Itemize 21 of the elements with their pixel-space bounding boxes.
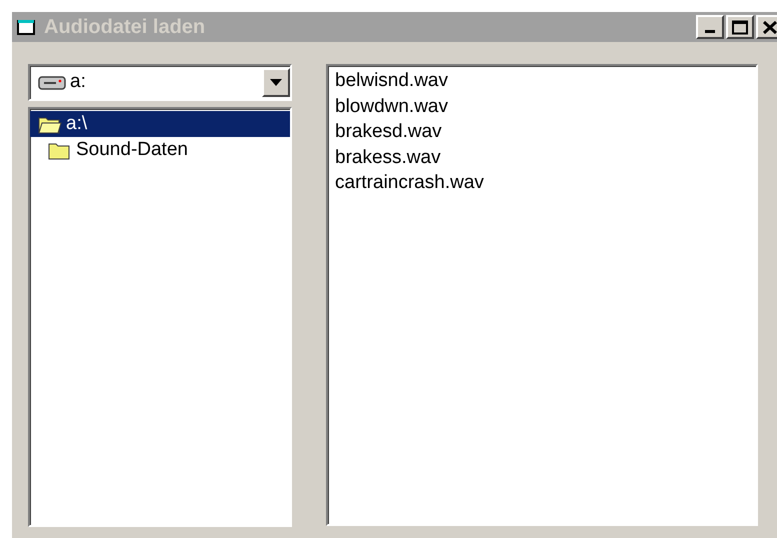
caret-icon: [270, 79, 282, 86]
close-icon: [763, 20, 777, 34]
minimize-button[interactable]: [696, 15, 724, 39]
minimize-icon: [705, 30, 715, 33]
maximize-button[interactable]: [726, 15, 754, 39]
folder-label: Sound-Daten: [76, 138, 188, 162]
drive-icon: [38, 74, 66, 90]
folder-tree-item[interactable]: a:\: [30, 111, 290, 137]
maximize-icon: [732, 20, 748, 34]
close-button[interactable]: [756, 15, 777, 39]
window-icon: [16, 18, 36, 36]
file-item[interactable]: cartraincrash.wav: [334, 170, 485, 196]
file-item[interactable]: brakesd.wav: [334, 119, 443, 144]
file-item[interactable]: blowdwn.wav: [334, 94, 449, 119]
drive-dropdown[interactable]: a:: [28, 64, 292, 101]
file-item[interactable]: brakess.wav: [334, 144, 442, 170]
folder-label: a:\: [66, 112, 88, 136]
folder-tree-item[interactable]: Sound-Daten: [30, 137, 290, 163]
file-item[interactable]: belwisnd.wav: [334, 68, 449, 94]
drive-value: a:: [70, 70, 86, 94]
dropdown-button[interactable]: [262, 68, 290, 97]
